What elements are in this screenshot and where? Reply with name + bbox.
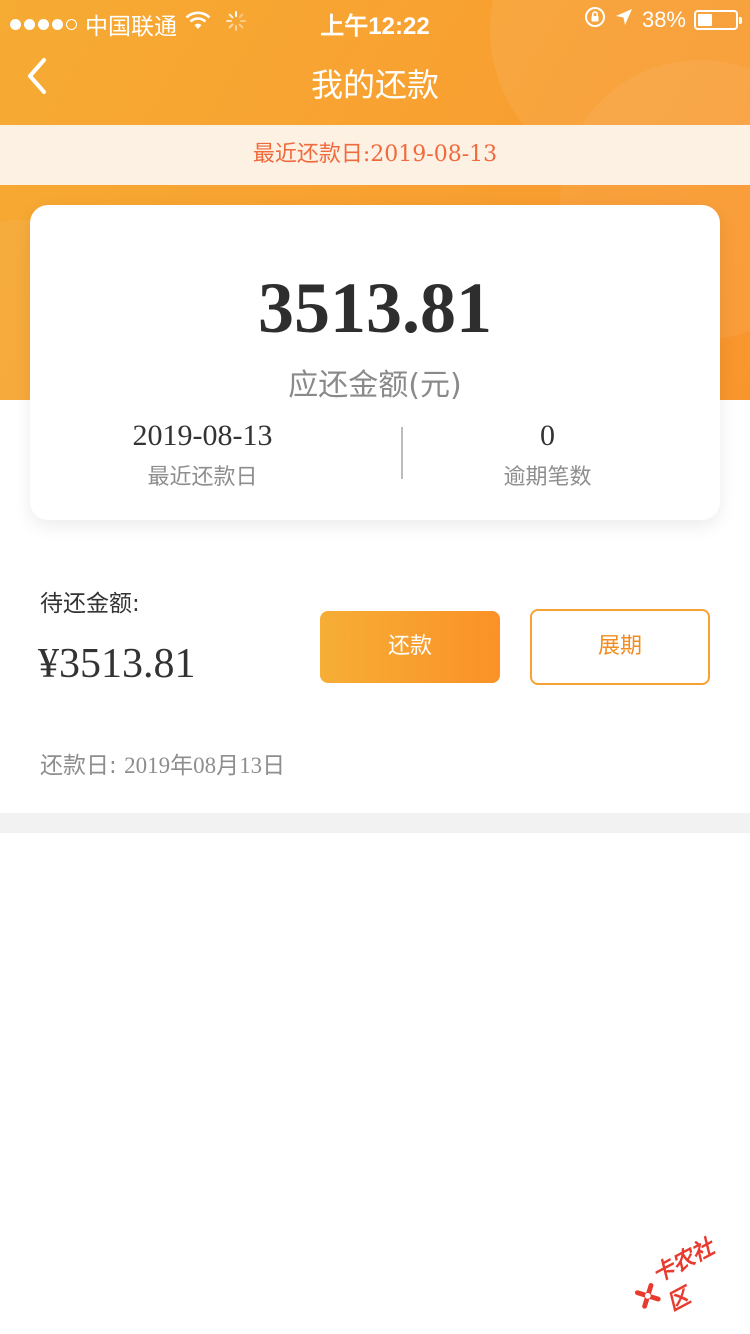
pending-repayment-section: 待还金额: ¥3513.81 还款 展期 还款日: 2019年08月13日 <box>0 540 750 812</box>
battery-level <box>698 14 712 26</box>
battery-icon <box>694 10 742 30</box>
overdue-label: 逾期笔数 <box>503 465 592 490</box>
page-title: 我的还款 <box>310 66 439 104</box>
nav-bar: 我的还款 <box>0 40 750 124</box>
status-bar: 中国联通 上午12:22 38% <box>0 0 750 40</box>
rotation-lock-icon <box>584 6 606 34</box>
due-amount-label: 应还金额(元) <box>288 368 462 403</box>
location-arrow-icon <box>614 7 634 33</box>
watermark-text: 卡农社区 <box>648 1235 719 1317</box>
battery-percent: 38% <box>641 7 686 32</box>
status-right: 38% <box>584 6 742 34</box>
overdue-count: 0 <box>540 419 555 452</box>
pending-amount-value: ¥3513.81 <box>38 641 196 687</box>
watermark: 卡农社区 <box>628 1229 747 1321</box>
repay-button[interactable]: 还款 <box>320 611 500 683</box>
stats-divider <box>401 427 403 479</box>
due-date-label: 还款日: <box>40 753 117 779</box>
pending-amount-label: 待还金额: <box>40 591 140 617</box>
stat-overdue: 0 逾期笔数 <box>375 417 720 490</box>
stat-next-due: 2019-08-13 最近还款日 <box>30 417 375 490</box>
next-due-label: 最近还款日 <box>147 465 258 490</box>
repayment-summary-card: 3513.81 应还金额(元) 2019-08-13 最近还款日 0 逾期笔数 <box>30 205 720 520</box>
due-date-line: 还款日: 2019年08月13日 <box>40 746 285 780</box>
due-date-value: 2019年08月13日 <box>124 753 286 778</box>
due-amount: 3513.81 <box>258 268 492 348</box>
extend-button[interactable]: 展期 <box>530 609 710 685</box>
next-due-notice: 最近还款日:2019-08-13 <box>0 125 750 185</box>
next-due-value: 2019-08-13 <box>132 419 273 452</box>
section-divider <box>0 813 750 833</box>
summary-stats: 2019-08-13 最近还款日 0 逾期笔数 <box>30 417 720 490</box>
